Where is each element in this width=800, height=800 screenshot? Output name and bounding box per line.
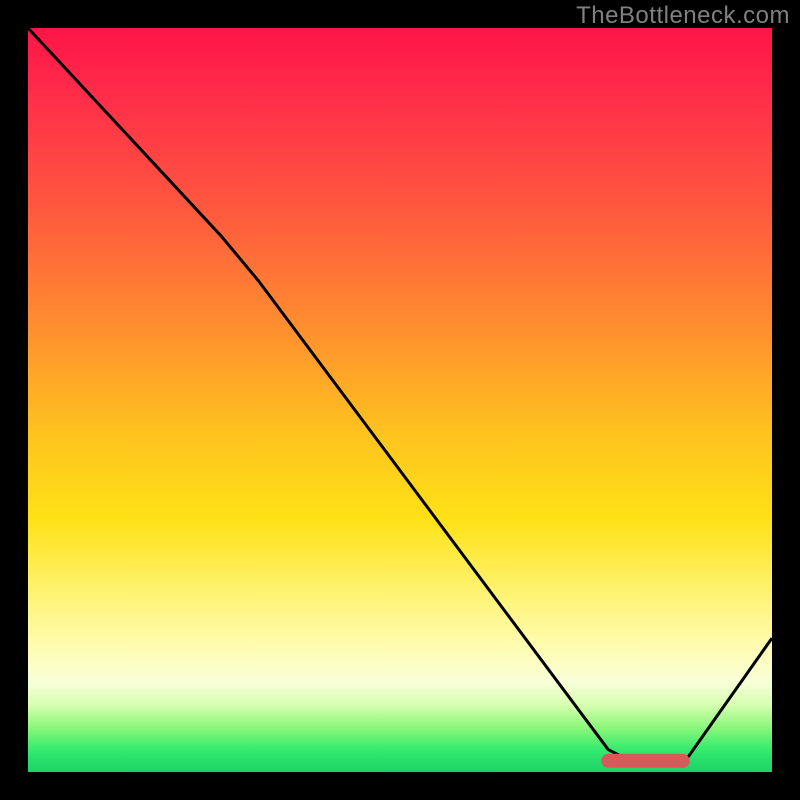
bottleneck-curve bbox=[28, 28, 772, 765]
chart-frame: TheBottleneck.com bbox=[0, 0, 800, 800]
plot-area bbox=[28, 28, 772, 772]
chart-svg bbox=[28, 28, 772, 772]
watermark-text: TheBottleneck.com bbox=[576, 2, 790, 30]
